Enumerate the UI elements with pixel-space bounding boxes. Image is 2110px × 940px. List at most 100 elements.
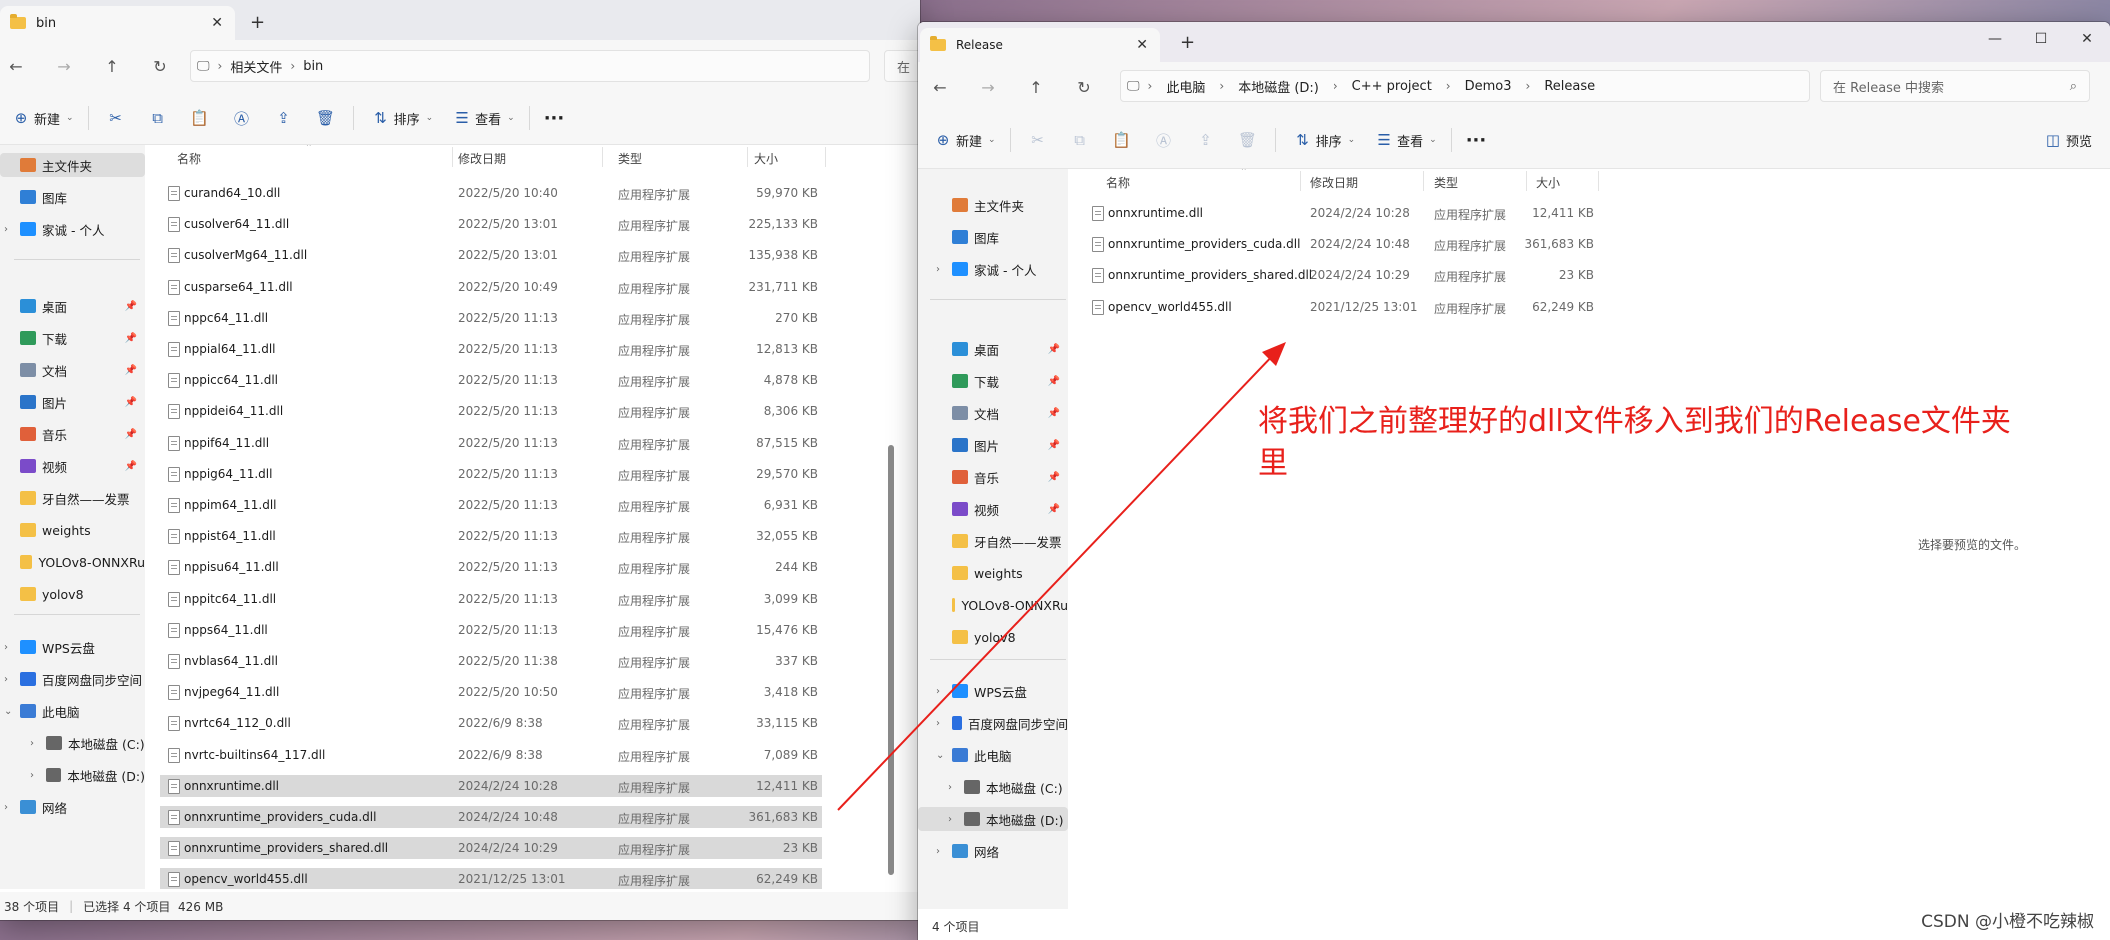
breadcrumb-item[interactable]: bin	[303, 59, 323, 74]
file-row[interactable]: nppisu64_11.dll 2022/5/20 11:13 应用程序扩展 244 …	[160, 556, 822, 578]
file-row[interactable]: nppitc64_11.dll 2022/5/20 11:13 应用程序扩展 3,09…	[160, 588, 822, 610]
sidebar-item[interactable]: › WPS云盘	[0, 635, 145, 659]
share-button[interactable]: ⇪	[271, 109, 297, 127]
preview-pane-button[interactable]: ◫ 预览	[2040, 131, 2092, 150]
sidebar-item[interactable]: › 百度网盘同步空间	[0, 667, 145, 691]
view-button[interactable]: ☰ 查看 ⌄	[449, 109, 514, 128]
sidebar-item[interactable]: 音乐 📌	[0, 422, 145, 446]
file-row[interactable]: nppig64_11.dll 2022/5/20 11:13 应用程序扩展 29,57…	[160, 463, 822, 485]
share-button[interactable]: ⇪	[1193, 131, 1219, 149]
column-type-header[interactable]: 类型	[618, 150, 642, 167]
sidebar-item[interactable]: › 本地磁盘 (C:)	[918, 775, 1068, 799]
column-name-header[interactable]: 名称	[177, 150, 201, 167]
rename-button[interactable]: Ⓐ	[229, 108, 255, 129]
more-options-button[interactable]: ···	[544, 108, 565, 129]
file-row[interactable]: onnxruntime.dll 2024/2/24 10:28 应用程序扩展 12,4…	[160, 774, 822, 797]
left-search-input[interactable]: 在	[884, 50, 920, 82]
file-row[interactable]: nppicc64_11.dll 2022/5/20 11:13 应用程序扩展 4,87…	[160, 369, 822, 391]
file-row[interactable]: nppist64_11.dll 2022/5/20 11:13 应用程序扩展 32,0…	[160, 525, 822, 547]
file-row[interactable]: onnxruntime_providers_cuda.dll 2024/2/24 …	[1086, 233, 1606, 255]
cut-button[interactable]: ✂	[1025, 131, 1051, 149]
file-row[interactable]: nvjpeg64_11.dll 2022/5/20 10:50 应用程序扩展 3,41…	[160, 681, 822, 703]
sidebar-item[interactable]: weights	[918, 561, 1068, 585]
column-date-header[interactable]: 修改日期	[1310, 174, 1358, 191]
file-row[interactable]: cusparse64_11.dll 2022/5/20 10:49 应用程序扩展 23…	[160, 276, 822, 298]
paste-button[interactable]: 📋	[1109, 131, 1135, 149]
sidebar-item[interactable]: 音乐 📌	[918, 465, 1068, 489]
file-row[interactable]: nppial64_11.dll 2022/5/20 11:13 应用程序扩展 12,8…	[160, 338, 822, 360]
new-button[interactable]: ⊕ 新建 ⌄	[8, 109, 74, 128]
file-row[interactable]: nppim64_11.dll 2022/5/20 11:13 应用程序扩展 6,931…	[160, 494, 822, 516]
file-row[interactable]: opencv_world455.dll 2021/12/25 13:01 应用程序扩…	[1086, 296, 1606, 318]
right-breadcrumb[interactable]: 🖵 › 此电脑 › 本地磁盘 (D:) › C++ project › Demo…	[1120, 70, 1810, 102]
sidebar-item[interactable]: YOLOv8-ONNXRu	[918, 593, 1068, 617]
sidebar-item[interactable]: 视频 📌	[0, 454, 145, 478]
sidebar-item[interactable]: › WPS云盘	[918, 679, 1068, 703]
new-tab-icon[interactable]: +	[250, 12, 265, 33]
sidebar-item[interactable]: ⌄ 此电脑	[0, 699, 145, 723]
refresh-icon[interactable]: ↻	[1070, 78, 1098, 97]
column-type-header[interactable]: 类型	[1434, 174, 1458, 191]
chevron-down-icon[interactable]: ⌄	[936, 750, 944, 761]
file-row[interactable]: cusolverMg64_11.dll 2022/5/20 13:01 应用程序扩展…	[160, 244, 822, 266]
column-size-header[interactable]: 大小	[754, 150, 778, 167]
view-button[interactable]: ☰ 查看 ⌄	[1371, 131, 1436, 150]
chevron-right-icon[interactable]: ›	[30, 770, 34, 781]
sort-button[interactable]: ⇅ 排序 ⌄	[1290, 131, 1355, 150]
sort-button[interactable]: ⇅ 排序 ⌄	[368, 109, 433, 128]
breadcrumb-item[interactable]: 相关文件	[230, 57, 282, 76]
chevron-right-icon[interactable]: ›	[4, 674, 8, 685]
left-scrollbar-thumb[interactable]	[888, 445, 894, 875]
chevron-down-icon[interactable]: ⌄	[4, 706, 12, 717]
chevron-right-icon[interactable]: ›	[936, 718, 940, 729]
chevron-right-icon[interactable]: ›	[948, 782, 952, 793]
sidebar-item[interactable]: 图片 📌	[0, 390, 145, 414]
breadcrumb-item[interactable]: C++ project	[1352, 79, 1432, 94]
column-size-header[interactable]: 大小	[1536, 174, 1560, 191]
up-arrow-icon[interactable]: ↑	[1022, 78, 1050, 97]
sidebar-item[interactable]: › 本地磁盘 (D:)	[918, 807, 1068, 831]
back-arrow-icon[interactable]: ←	[2, 57, 30, 76]
file-row[interactable]: nppif64_11.dll 2022/5/20 11:13 应用程序扩展 87,51…	[160, 432, 822, 454]
sidebar-item[interactable]: 主文件夹	[918, 193, 1068, 217]
file-row[interactable]: curand64_10.dll 2022/5/20 10:40 应用程序扩展 59,9…	[160, 182, 822, 204]
sidebar-item[interactable]: 下载 📌	[0, 326, 145, 350]
new-tab-icon[interactable]: +	[1180, 32, 1195, 53]
sidebar-item[interactable]: › 网络	[0, 795, 145, 819]
sidebar-item[interactable]: yolov8	[918, 625, 1068, 649]
breadcrumb-item[interactable]: Release	[1544, 79, 1595, 94]
sidebar-item[interactable]: YOLOv8-ONNXRu	[0, 550, 145, 574]
sidebar-item[interactable]: › 百度网盘同步空间	[918, 711, 1068, 735]
close-tab-icon[interactable]: ✕	[1136, 37, 1148, 53]
sidebar-item[interactable]: 图库	[0, 185, 145, 209]
file-row[interactable]: nppc64_11.dll 2022/5/20 11:13 应用程序扩展 270 KB	[160, 307, 822, 329]
back-arrow-icon[interactable]: ←	[926, 78, 954, 97]
breadcrumb-item[interactable]: Demo3	[1465, 79, 1512, 94]
chevron-right-icon[interactable]: ›	[4, 802, 8, 813]
file-row[interactable]: opencv_world455.dll 2021/12/25 13:01 应用程序扩…	[160, 868, 822, 889]
sidebar-item[interactable]: › 网络	[918, 839, 1068, 863]
sidebar-item[interactable]: yolov8	[0, 582, 145, 606]
close-window-icon[interactable]: ✕	[2064, 22, 2110, 56]
sidebar-item[interactable]: 桌面 📌	[0, 294, 145, 318]
sidebar-item[interactable]: 视频 📌	[918, 497, 1068, 521]
sidebar-item[interactable]: 图库	[918, 225, 1068, 249]
chevron-right-icon[interactable]: ›	[948, 814, 952, 825]
new-button[interactable]: ⊕ 新建 ⌄	[930, 131, 996, 150]
sidebar-item[interactable]: 文档 📌	[0, 358, 145, 382]
sidebar-item[interactable]: 桌面 📌	[918, 337, 1068, 361]
paste-button[interactable]: 📋	[187, 109, 213, 127]
file-row[interactable]: npps64_11.dll 2022/5/20 11:13 应用程序扩展 15,476…	[160, 619, 822, 641]
right-tab-release[interactable]: Release ✕	[920, 28, 1160, 62]
delete-button[interactable]: 🗑	[1235, 131, 1261, 149]
chevron-right-icon[interactable]: ›	[4, 642, 8, 653]
file-row[interactable]: onnxruntime_providers_cuda.dll 2024/2/24 …	[160, 806, 822, 828]
file-row[interactable]: onnxruntime.dll 2024/2/24 10:28 应用程序扩展 12,4…	[1086, 202, 1606, 224]
breadcrumb-item[interactable]: 此电脑	[1166, 77, 1205, 96]
file-row[interactable]: nvrtc64_112_0.dll 2022/6/9 8:38 应用程序扩展 33,1…	[160, 712, 822, 734]
delete-button[interactable]: 🗑	[313, 109, 339, 127]
chevron-right-icon[interactable]: ›	[936, 846, 940, 857]
chevron-right-icon[interactable]: ›	[936, 686, 940, 697]
sidebar-item[interactable]: ⌄ 此电脑	[918, 743, 1068, 767]
sidebar-item[interactable]: › 家诚 - 个人	[918, 257, 1068, 281]
